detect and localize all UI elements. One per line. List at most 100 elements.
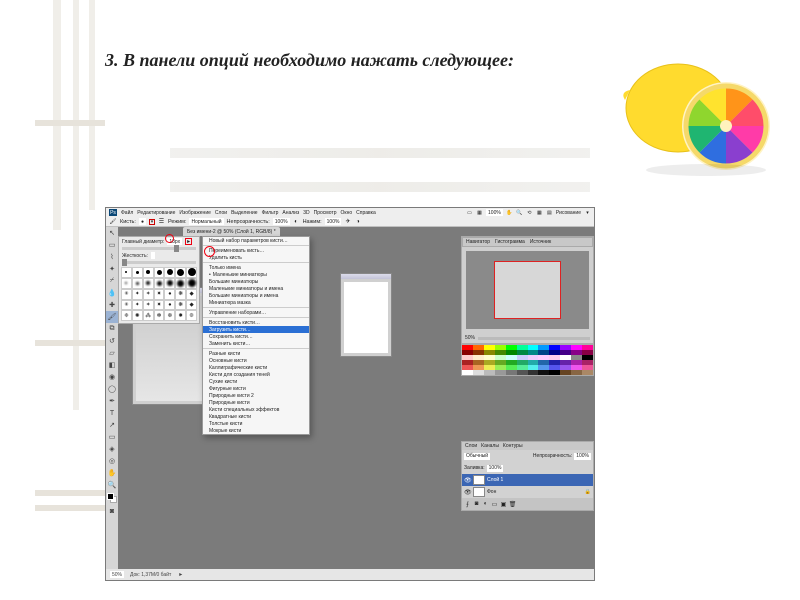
menu-window[interactable]: Окно: [341, 210, 353, 216]
menu-large-list[interactable]: Большие миниатюры и имена: [203, 292, 309, 299]
layers-panel[interactable]: Слои Каналы Контуры Обычный Непрозрачнос…: [461, 441, 594, 511]
document-window-1[interactable]: [340, 273, 392, 357]
menu-help[interactable]: Справка: [356, 210, 376, 216]
document-tab[interactable]: Без имени-2 @ 50% (Слой 1, RGB/8) *: [183, 227, 280, 236]
hardness-slider[interactable]: [122, 261, 196, 264]
workspace-label[interactable]: Рисование: [556, 210, 581, 216]
menu-natural[interactable]: Природные кисти: [203, 399, 309, 406]
dodge-tool-icon[interactable]: ◯: [106, 383, 118, 395]
shape-tool-icon[interactable]: ▭: [106, 431, 118, 443]
menu-specialfx[interactable]: Кисти специальных эффектов: [203, 406, 309, 413]
zoom-tool-icon[interactable]: 🔍: [106, 479, 118, 491]
workspace-dropdown-icon[interactable]: ▾: [584, 209, 591, 216]
hardness-value[interactable]: [151, 252, 155, 259]
pressure-opacity-icon[interactable]: ◐: [293, 218, 300, 225]
menu-delete[interactable]: Удалить кисть: [203, 254, 309, 261]
lasso-tool-icon[interactable]: ⌇: [106, 251, 118, 263]
menu-layers[interactable]: Слои: [215, 210, 227, 216]
group-icon[interactable]: ▭: [491, 501, 498, 508]
tab-navigator[interactable]: Навигатор: [466, 239, 490, 245]
menu-load[interactable]: Загрузить кисти…: [203, 326, 309, 333]
menu-filter[interactable]: Фильтр: [262, 210, 279, 216]
grid-icon[interactable]: ▤: [546, 209, 553, 216]
zoom-field[interactable]: 100%: [486, 209, 503, 216]
navigator-view[interactable]: [466, 251, 589, 329]
airbrush-icon[interactable]: ✈: [344, 218, 351, 225]
menu-dry[interactable]: Сухие кисти: [203, 378, 309, 385]
nav-zoom-slider[interactable]: [478, 337, 590, 340]
layer-opacity-value[interactable]: 100%: [574, 453, 591, 460]
menu-image[interactable]: Изображение: [179, 210, 211, 216]
color-swatches[interactable]: [107, 493, 117, 503]
menu-dropshad[interactable]: Кисти для создания теней: [203, 371, 309, 378]
new-layer-icon[interactable]: ▣: [500, 501, 507, 508]
mode-value[interactable]: Нормальный: [189, 218, 223, 225]
wand-tool-icon[interactable]: ✦: [106, 263, 118, 275]
brush-picker[interactable]: ●: [139, 218, 146, 225]
tab-layers[interactable]: Слои: [465, 443, 477, 449]
menu-analysis[interactable]: Анализ: [282, 210, 299, 216]
menu-view[interactable]: Просмотр: [314, 210, 337, 216]
brush-tool-icon[interactable]: 🖌: [106, 311, 118, 323]
toolbox[interactable]: ↖ ▭ ⌇ ✦ ⌿ 💧 ✚ 🖌 ⧉ ↺ ▱ ◧ ◉ ◯ ✒ T ↗ ▭ ◈ ◎ …: [106, 227, 118, 569]
visibility-icon[interactable]: 👁: [464, 477, 471, 484]
3d-tool-icon[interactable]: ◈: [106, 443, 118, 455]
menu-save[interactable]: Сохранить кисти…: [203, 333, 309, 340]
document-tabs[interactable]: Без имени-2 @ 50% (Слой 1, RGB/8) *: [118, 227, 594, 236]
menu-assorted[interactable]: Разные кисти: [203, 350, 309, 357]
fill-value[interactable]: 100%: [487, 465, 504, 472]
menu-faux[interactable]: Фигурные кисти: [203, 385, 309, 392]
camera-tool-icon[interactable]: ◎: [106, 455, 118, 467]
menu-wet[interactable]: Мокрые кисти: [203, 427, 309, 434]
flow-value[interactable]: 100%: [325, 218, 342, 225]
brush-picker-panel[interactable]: Главный диаметр: 18 px ▸ Жесткость:: [118, 236, 200, 324]
tab-source[interactable]: Источник: [530, 239, 551, 245]
pen-tool-icon[interactable]: ✒: [106, 395, 118, 407]
brush-grid[interactable]: ✳✦✶✷ ●❋◆ ✳✦✶✷ ●❋◆ ❈✺⁂✻ ❉✸❊: [121, 267, 197, 321]
crop-tool-icon[interactable]: ⌿: [106, 275, 118, 287]
tab-paths[interactable]: Контуры: [503, 443, 523, 449]
tab-histogram[interactable]: Гистограмма: [495, 239, 525, 245]
hand-tool-icon[interactable]: ✋: [106, 467, 118, 479]
menubar[interactable]: Ps Файл Редактирование Изображение Слои …: [106, 208, 594, 217]
layout-icon[interactable]: ▭: [466, 209, 473, 216]
zoom-icon[interactable]: 🔍: [516, 209, 523, 216]
trash-icon[interactable]: 🗑: [509, 501, 516, 508]
blur-tool-icon[interactable]: ◉: [106, 371, 118, 383]
hand-icon[interactable]: ✋: [506, 209, 513, 216]
menu-file[interactable]: Файл: [121, 210, 133, 216]
menu-3d[interactable]: 3D: [303, 210, 309, 216]
menu-reset[interactable]: Восстановить кисти…: [203, 319, 309, 326]
move-tool-icon[interactable]: ↖: [106, 227, 118, 239]
arrange-icon[interactable]: ▦: [536, 209, 543, 216]
gradient-tool-icon[interactable]: ◧: [106, 359, 118, 371]
marquee-tool-icon[interactable]: ▭: [106, 239, 118, 251]
visibility-icon[interactable]: 👁: [464, 489, 471, 496]
menu-thick[interactable]: Толстые кисти: [203, 420, 309, 427]
quickmask-icon[interactable]: ◙: [106, 505, 118, 517]
heal-tool-icon[interactable]: ✚: [106, 299, 118, 311]
menu-rename[interactable]: Переименовать кисть…: [203, 247, 309, 254]
type-tool-icon[interactable]: T: [106, 407, 118, 419]
menu-square[interactable]: Квадратные кисти: [203, 413, 309, 420]
fx-icon[interactable]: ⨍: [464, 501, 471, 508]
navigator-panel[interactable]: Навигатор Гистограмма Источник 50%: [461, 236, 594, 344]
rotate-icon[interactable]: ⟲: [526, 209, 533, 216]
layer-row-bg[interactable]: 👁 Фон 🔒: [462, 486, 593, 498]
menu-basic[interactable]: Основные кисти: [203, 357, 309, 364]
status-zoom[interactable]: 50%: [110, 571, 124, 578]
adjust-icon[interactable]: ◐: [482, 501, 489, 508]
layer-row-1[interactable]: 👁 Слой 1: [462, 474, 593, 486]
options-bar[interactable]: 🖌 Кисть: ● ▾ ☰ Режим: Нормальный Непрозр…: [106, 217, 594, 227]
flyout-icon[interactable]: ▸: [185, 238, 192, 245]
menu-calligraphic[interactable]: Каллиграфические кисти: [203, 364, 309, 371]
menu-natural2[interactable]: Природные кисти 2: [203, 392, 309, 399]
stamp-tool-icon[interactable]: ⧉: [106, 323, 118, 335]
swatches-panel[interactable]: [461, 344, 594, 376]
menu-stroke-thumb[interactable]: Миниатюра мазка: [203, 299, 309, 306]
brush-panel-icon[interactable]: ☰: [158, 218, 165, 225]
history-brush-tool-icon[interactable]: ↺: [106, 335, 118, 347]
menu-replace[interactable]: Заменить кисти…: [203, 340, 309, 347]
menu-large-thumb[interactable]: Большие миниатюры: [203, 278, 309, 285]
tab-channels[interactable]: Каналы: [481, 443, 499, 449]
